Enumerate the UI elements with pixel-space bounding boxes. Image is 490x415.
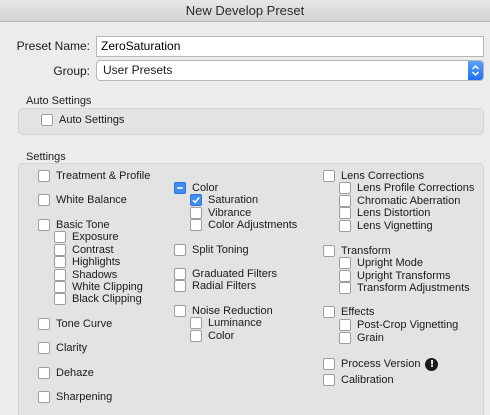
checkbox-exposure[interactable]: Exposure <box>54 230 118 244</box>
checkbox-saturation[interactable]: Saturation <box>190 193 258 207</box>
checkbox-upright-mode[interactable]: Upright Mode <box>339 256 423 270</box>
checkbox-label: Exposure <box>72 231 119 243</box>
checkbox-box[interactable] <box>190 317 202 329</box>
checkbox-transform-adjustments[interactable]: Transform Adjustments <box>339 281 470 295</box>
checkbox-black-clipping[interactable]: Black Clipping <box>54 292 142 306</box>
checkbox-box[interactable] <box>38 391 50 403</box>
checkbox-label: Upright Mode <box>357 257 424 269</box>
checkbox-label: Transform Adjustments <box>357 282 470 294</box>
checkbox-box[interactable] <box>38 367 50 379</box>
checkbox-label: Color Adjustments <box>208 219 298 231</box>
checkbox-process-version[interactable]: Process Version! <box>323 357 439 371</box>
checkbox-box[interactable] <box>41 114 53 126</box>
checkbox-box[interactable] <box>38 194 50 206</box>
preset-name-label: Preset Name: <box>16 39 90 53</box>
checkbox-box[interactable] <box>323 358 335 370</box>
checkbox-radial-filters[interactable]: Radial Filters <box>174 279 256 293</box>
checkbox-effects[interactable]: Effects <box>323 305 374 319</box>
checkbox-label: Lens Vignetting <box>357 220 433 232</box>
mixed-state-icon[interactable] <box>174 182 186 194</box>
checkbox-label: Saturation <box>208 194 259 206</box>
checkbox-box[interactable] <box>339 282 351 294</box>
checkbox-box[interactable] <box>38 318 50 330</box>
group-label: Group: <box>53 64 90 78</box>
warning-icon[interactable]: ! <box>425 357 439 371</box>
checkbox-highlights[interactable]: Highlights <box>54 255 120 269</box>
checkbox-split-toning[interactable]: Split Toning <box>174 243 249 257</box>
checkbox-luminance[interactable]: Luminance <box>190 316 262 330</box>
checkbox-box[interactable] <box>38 170 50 182</box>
checkbox-label: Highlights <box>72 256 121 268</box>
checkbox-label: Auto Settings <box>59 114 125 126</box>
checkbox-label: Process Version <box>341 358 421 370</box>
checkbox-dehaze[interactable]: Dehaze <box>38 366 94 380</box>
checkbox-calibration[interactable]: Calibration <box>323 373 394 387</box>
checkbox-box[interactable] <box>38 342 50 354</box>
checkbox-box[interactable] <box>190 330 202 342</box>
checkbox-box[interactable] <box>323 170 335 182</box>
checkbox-box[interactable] <box>54 293 66 305</box>
checkbox-box[interactable] <box>174 305 186 317</box>
checkbox-label: Dehaze <box>56 367 94 379</box>
checkbox-color[interactable]: Color <box>190 329 234 343</box>
checkbox-box[interactable] <box>174 244 186 256</box>
checkbox-lens-vignetting[interactable]: Lens Vignetting <box>339 219 433 233</box>
checkbox-box[interactable] <box>323 245 335 257</box>
preset-name-input[interactable]: ZeroSaturation <box>96 36 484 57</box>
checkbox-box[interactable] <box>339 220 351 232</box>
checkbox-box[interactable] <box>339 332 351 344</box>
checkbox-label: Clarity <box>56 342 88 354</box>
checkbox-lens-distortion[interactable]: Lens Distortion <box>339 206 430 220</box>
checkbox-treatment-profile[interactable]: Treatment & Profile <box>38 169 150 183</box>
checkbox-box[interactable] <box>339 182 351 194</box>
settings-title: Settings <box>26 151 66 163</box>
group-select[interactable]: User Presets <box>96 60 484 81</box>
checkbox-clarity[interactable]: Clarity <box>38 341 87 355</box>
checkbox-white-balance[interactable]: White Balance <box>38 193 127 207</box>
checkbox-box[interactable] <box>323 306 335 318</box>
checkbox-box[interactable] <box>339 319 351 331</box>
checkbox-label: Sharpening <box>56 391 113 403</box>
checkbox-label: Grain <box>357 332 384 344</box>
checkbox-box[interactable] <box>54 231 66 243</box>
checkbox-label: Black Clipping <box>72 293 142 305</box>
checkbox-box[interactable] <box>54 256 66 268</box>
checkbox-label: Radial Filters <box>192 280 257 292</box>
auto-settings-checkbox[interactable]: Auto Settings <box>41 113 124 127</box>
group-select-value: User Presets <box>103 63 173 77</box>
chevron-updown-icon <box>468 61 483 80</box>
checkbox-box[interactable] <box>323 374 335 386</box>
checkbox-box[interactable] <box>38 219 50 231</box>
checkbox-lens-profile-corrections[interactable]: Lens Profile Corrections <box>339 181 474 195</box>
checkbox-box[interactable] <box>339 257 351 269</box>
checkbox-label: Lens Distortion <box>357 207 431 219</box>
checkbox-box[interactable] <box>190 219 202 231</box>
checkbox-label: Lens Profile Corrections <box>357 182 475 194</box>
checkbox-label: Treatment & Profile <box>56 170 151 182</box>
checkbox-color-adjustments[interactable]: Color Adjustments <box>190 218 297 232</box>
checkbox-label: White Balance <box>56 194 127 206</box>
checkbox-label: Effects <box>341 306 375 318</box>
checkbox-label: Tone Curve <box>56 318 113 330</box>
checkbox-box[interactable] <box>174 280 186 292</box>
auto-settings-title: Auto Settings <box>26 95 92 107</box>
checkbox-sharpening[interactable]: Sharpening <box>38 390 112 404</box>
checkmark-icon[interactable] <box>190 194 202 206</box>
checkbox-tone-curve[interactable]: Tone Curve <box>38 317 112 331</box>
checkbox-label: Color <box>208 330 235 342</box>
window-title: New Develop Preset <box>0 0 490 22</box>
checkbox-label: Calibration <box>341 374 394 386</box>
checkbox-label: Post-Crop Vignetting <box>357 319 459 331</box>
checkbox-label: Luminance <box>208 317 262 329</box>
checkbox-grain[interactable]: Grain <box>339 331 384 345</box>
checkbox-post-crop-vignetting[interactable]: Post-Crop Vignetting <box>339 318 458 332</box>
checkbox-box[interactable] <box>339 207 351 219</box>
checkbox-label: Split Toning <box>192 244 249 256</box>
